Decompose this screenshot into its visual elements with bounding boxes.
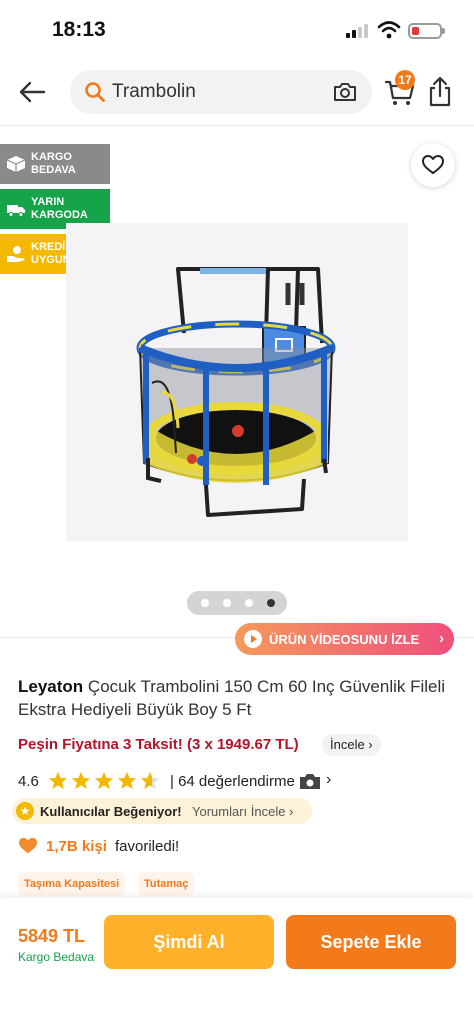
pager-dot[interactable] (201, 599, 209, 607)
favorite-count: 1,7B kişi (46, 838, 107, 855)
badge-label: KARGO BEDAVA (31, 151, 76, 176)
header-divider (0, 125, 474, 126)
product-image[interactable] (66, 223, 408, 541)
installment-text: Peşin Fiyatına 3 Taksit! (3 x 1949.67 TL… (18, 736, 299, 753)
chevron-right-icon: › (439, 630, 444, 647)
back-arrow-icon[interactable] (14, 74, 50, 110)
wifi-icon (377, 21, 401, 39)
installment-details-link[interactable]: İncele › (322, 734, 381, 756)
camera-icon[interactable] (332, 80, 358, 104)
credit-icon (7, 246, 25, 262)
feature-tag[interactable]: Tutamaç (138, 872, 195, 896)
search-icon (85, 82, 105, 102)
truck-icon (7, 205, 25, 217)
header: Trambolin 17 (0, 62, 474, 122)
image-pager[interactable] (187, 591, 287, 615)
rating-value: 4.6 (18, 773, 39, 790)
cart-count-badge: 17 (395, 70, 415, 90)
star-badge-icon: ★ (16, 802, 34, 820)
favorite-text: favoriledi! (115, 838, 180, 855)
watch-video-button[interactable]: ÜRÜN VİDEOSUNU İZLE › (235, 623, 454, 655)
play-icon (244, 630, 262, 648)
chevron-right-icon: › (326, 771, 332, 788)
product-title: Leyaton Çocuk Trambolini 150 Cm 60 Inç G… (18, 675, 458, 721)
reviews-link[interactable]: Yorumları İncele › (192, 804, 293, 819)
free-shipping-label: Kargo Bedava (18, 950, 95, 964)
signal-icon (346, 24, 370, 38)
bottom-action-bar: 5849 TL Kargo Bedava Şimdi Al Sepete Ekl… (0, 898, 474, 1024)
status-bar: 18:13 (0, 0, 474, 60)
pager-dot[interactable] (245, 599, 253, 607)
product-price: 5849 TL (18, 926, 86, 946)
pager-dot[interactable] (223, 599, 231, 607)
photo-reviews-icon (300, 774, 320, 789)
search-input[interactable]: Trambolin (70, 70, 372, 114)
heart-icon (422, 155, 444, 174)
search-query: Trambolin (112, 81, 196, 102)
badge-free-shipping: KARGO BEDAVA (0, 144, 110, 184)
trampoline-illustration (136, 267, 336, 517)
star-rating (49, 772, 159, 789)
users-like-chip[interactable]: ★ Kullanıcılar Beğeniyor! Yorumları İnce… (12, 798, 312, 824)
badge-label: YARIN KARGODA (31, 196, 88, 221)
users-like-text: Kullanıcılar Beğeniyor! (40, 804, 182, 819)
pager-dot-active[interactable] (267, 599, 275, 607)
favorite-button[interactable] (411, 143, 455, 187)
share-icon[interactable] (426, 74, 454, 108)
status-time: 18:13 (52, 18, 106, 41)
product-brand[interactable]: Leyaton (18, 677, 83, 696)
box-icon (6, 156, 26, 172)
add-to-cart-button[interactable]: Sepete Ekle (286, 915, 456, 969)
heart-filled-icon (19, 837, 37, 854)
feature-tag[interactable]: Taşıma Kapasitesi (18, 872, 126, 896)
product-name: Çocuk Trambolini 150 Cm 60 Inç Güvenlik … (18, 677, 446, 719)
review-count: | 64 değerlendirme (170, 773, 295, 790)
battery-icon (408, 23, 445, 39)
buy-now-button[interactable]: Şimdi Al (104, 915, 274, 969)
watch-video-label: ÜRÜN VİDEOSUNU İZLE (269, 632, 420, 647)
